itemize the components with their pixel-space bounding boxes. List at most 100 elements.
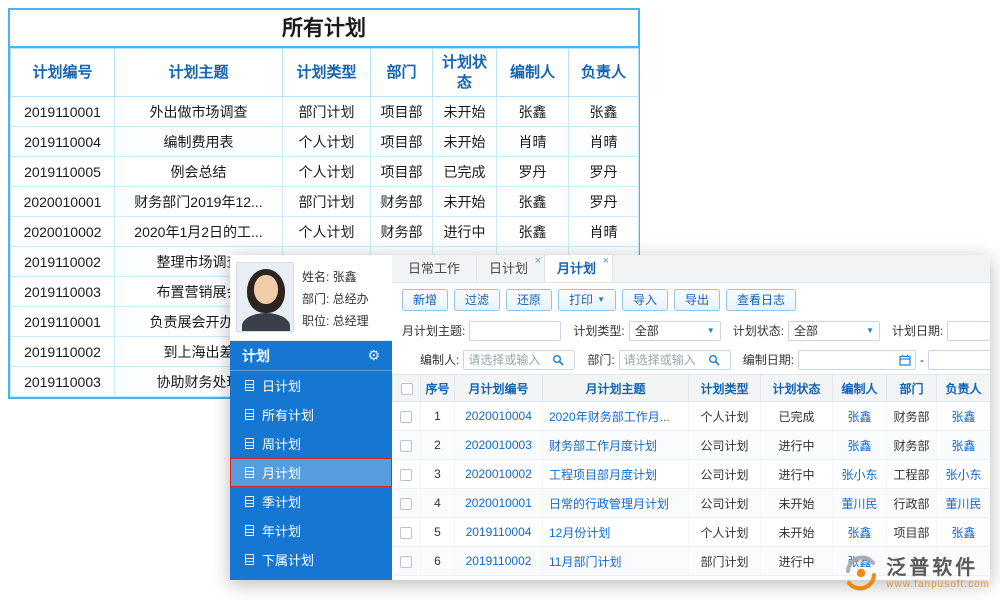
table-cell: 2020010001 [455, 489, 543, 518]
date-range-separator: - [920, 353, 924, 367]
table-row[interactable]: 2019110001外出做市场调查部门计划项目部未开始张鑫张鑫 [11, 97, 639, 127]
table-cell: 个人计划 [283, 217, 371, 247]
profile-position: 职位: 总经理 [302, 310, 369, 332]
row-checkbox[interactable] [400, 498, 412, 510]
column-header: 计划状态 [433, 49, 497, 97]
type-select[interactable]: 全部 ▼ [629, 321, 721, 341]
compile-date-end[interactable] [928, 350, 990, 370]
document-icon [245, 554, 254, 565]
compile-date-start[interactable] [798, 350, 916, 370]
sidebar-menu: 日计划所有计划周计划月计划季计划年计划下属计划 [230, 371, 392, 580]
table-cell: 张鑫 [833, 431, 887, 460]
table-row[interactable]: 20200100022020年1月2日的工...个人计划财务部进行中张鑫肖晴 [11, 217, 639, 247]
tab[interactable]: 日常工作 [396, 255, 477, 282]
compiler-search[interactable] [463, 350, 575, 370]
toolbar-button[interactable]: 导出 [674, 289, 720, 311]
table-cell: 2020010002 [455, 460, 543, 489]
toolbar-button[interactable]: 查看日志 [726, 289, 796, 311]
sidebar-item[interactable]: 所有计划 [230, 400, 392, 429]
table-cell: 张鑫 [833, 402, 887, 431]
select-all-checkbox[interactable] [401, 383, 413, 395]
search-icon[interactable] [552, 354, 564, 366]
sidebar-item-label: 日计划 [262, 376, 301, 395]
close-icon[interactable]: × [535, 255, 541, 267]
table-cell: 张小东 [937, 460, 991, 489]
tab-bar: 日常工作日计划×月计划× [392, 255, 990, 283]
table-cell: 张小东 [833, 460, 887, 489]
checkbox-cell [393, 460, 421, 489]
sidebar-item[interactable]: 周计划 [230, 429, 392, 458]
table-cell: 公司计划 [689, 431, 761, 460]
sidebar-item[interactable]: 年计划 [230, 516, 392, 545]
column-header: 负责人 [569, 49, 639, 97]
table-row[interactable]: 2020010001财务部门2019年12...部门计划财务部未开始张鑫罗丹 [11, 187, 639, 217]
table-row[interactable]: 42020010001日常的行政管理月计划公司计划未开始董川民行政部董川民 [393, 489, 991, 518]
screen: 所有计划 计划编号计划主题计划类型部门计划状态编制人负责人 2019110001… [0, 0, 1000, 600]
table-cell: 例会总结 [115, 157, 283, 187]
table-row[interactable]: 120200100042020年财务部工作月...个人计划已完成张鑫财务部张鑫 [393, 402, 991, 431]
compile-date-start-input[interactable] [803, 353, 895, 367]
toolbar-button[interactable]: 过滤 [454, 289, 500, 311]
dept-input[interactable] [624, 353, 708, 367]
checkbox-cell [393, 518, 421, 547]
table-cell: 公司计划 [689, 460, 761, 489]
profile-name: 姓名: 张鑫 [302, 266, 369, 288]
table-cell: 张鑫 [497, 217, 569, 247]
sidebar-section-plan[interactable]: 计划 ⚙ [230, 341, 392, 371]
toolbar-button[interactable]: 还原 [506, 289, 552, 311]
row-checkbox[interactable] [400, 411, 412, 423]
subject-input[interactable] [469, 321, 561, 341]
table-cell: 个人计划 [283, 157, 371, 187]
sidebar-item-label: 月计划 [262, 463, 301, 482]
table-row[interactable]: 22020010003财务部工作月度计划公司计划进行中张鑫财务部张鑫 [393, 431, 991, 460]
toolbar-button[interactable]: 导入 [622, 289, 668, 311]
column-header: 月计划主题 [543, 375, 689, 402]
row-checkbox[interactable] [400, 556, 412, 568]
checkbox-cell [393, 547, 421, 576]
sidebar-item[interactable]: 下属计划 [230, 545, 392, 574]
table-cell: 2019110004 [455, 518, 543, 547]
toolbar-button[interactable]: 打印▼ [558, 289, 616, 311]
table-cell: 进行中 [761, 431, 833, 460]
dept-search[interactable] [619, 350, 731, 370]
sidebar-item[interactable]: 日计划 [230, 371, 392, 400]
table-cell: 进行中 [761, 460, 833, 489]
table-row[interactable]: 2019110005例会总结个人计划项目部已完成罗丹罗丹 [11, 157, 639, 187]
toolbar-button-label: 查看日志 [737, 291, 785, 308]
table-cell: 外出做市场调查 [115, 97, 283, 127]
plan-date-input[interactable] [947, 321, 990, 341]
type-filter-label: 计划类型: [573, 322, 624, 339]
row-checkbox[interactable] [400, 527, 412, 539]
table-cell: 未开始 [433, 187, 497, 217]
sidebar-item-label: 所有计划 [262, 405, 314, 424]
sidebar-item[interactable]: 月计划 [230, 458, 392, 487]
tab[interactable]: 日计划× [477, 255, 545, 282]
monthly-plan-window: 姓名: 张鑫 部门: 总经办 职位: 总经理 计划 ⚙ 日计划所有计划周计划月计… [230, 255, 990, 580]
row-checkbox[interactable] [400, 469, 412, 481]
close-icon[interactable]: × [603, 255, 609, 267]
sidebar-item[interactable]: 季计划 [230, 487, 392, 516]
document-icon [245, 409, 254, 420]
gear-icon[interactable]: ⚙ [367, 347, 380, 364]
document-icon [245, 467, 254, 478]
table-cell: 肖晴 [569, 127, 639, 157]
table-row[interactable]: 2019110004编制费用表个人计划项目部未开始肖晴肖晴 [11, 127, 639, 157]
chevron-down-icon: ▼ [597, 295, 605, 304]
compiler-input[interactable] [468, 353, 552, 367]
calendar-icon[interactable] [899, 354, 911, 366]
row-checkbox[interactable] [400, 440, 412, 452]
column-header: 负责人 [937, 375, 991, 402]
toolbar-button[interactable]: 新增 [402, 289, 448, 311]
compiler-filter-label: 编制人: [420, 351, 459, 368]
search-icon[interactable] [708, 354, 720, 366]
table-cell: 2 [421, 431, 455, 460]
column-header: 计划类型 [283, 49, 371, 97]
tab[interactable]: 月计划× [545, 255, 613, 282]
table-cell: 财务部工作月度计划 [543, 431, 689, 460]
table-cell: 张鑫 [937, 402, 991, 431]
table-row[interactable]: 32020010002工程项目部月度计划公司计划进行中张小东工程部张小东 [393, 460, 991, 489]
type-select-value: 全部 [635, 322, 659, 339]
table-row[interactable]: 5201911000412月份计划个人计划未开始张鑫项目部张鑫 [393, 518, 991, 547]
status-select[interactable]: 全部 ▼ [788, 321, 880, 341]
compile-date-end-input[interactable] [933, 353, 990, 367]
